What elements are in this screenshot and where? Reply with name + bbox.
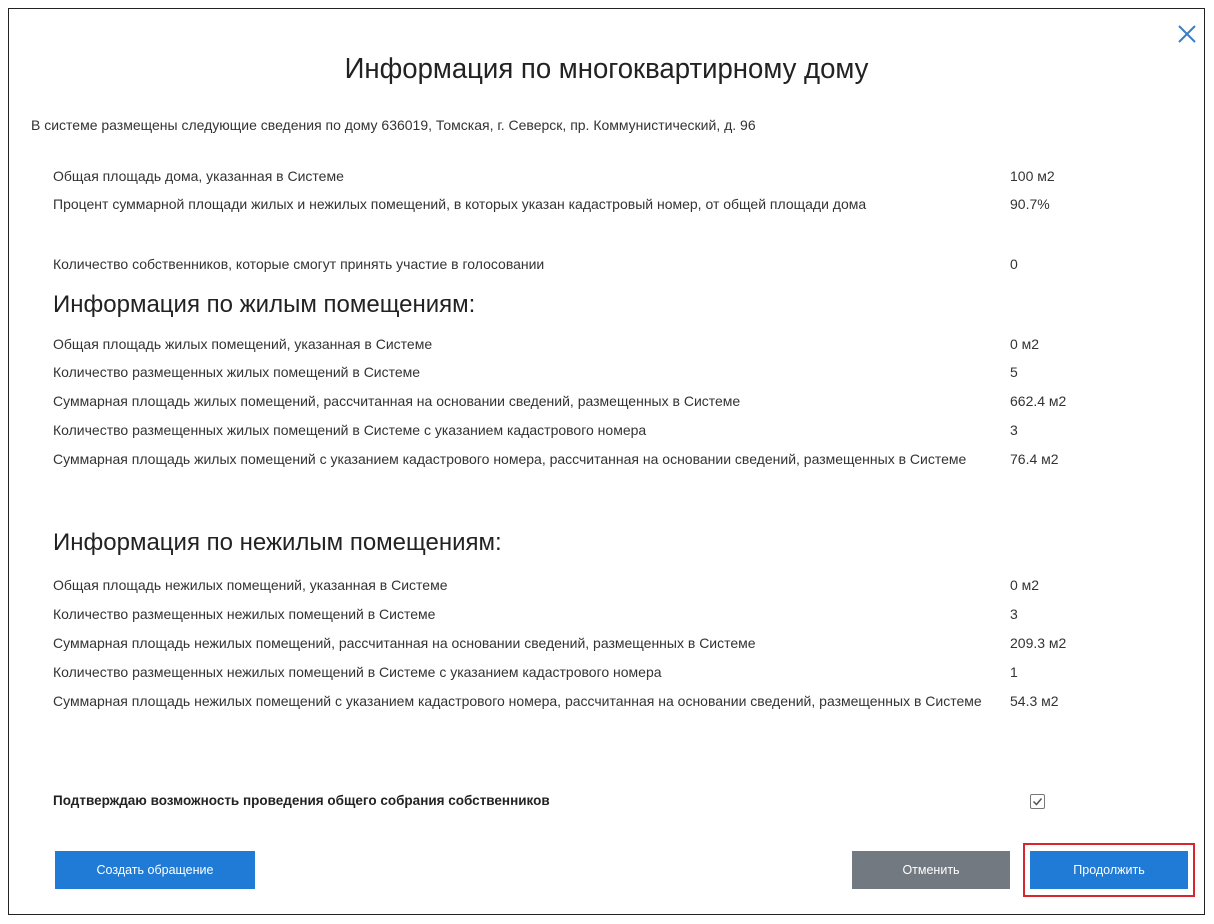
- row-value: 5: [1010, 364, 1018, 380]
- row-value: 662.4 м2: [1010, 393, 1067, 409]
- info-row: Количество собственников, которые смогут…: [53, 254, 1193, 275]
- row-value: 1: [1010, 664, 1018, 680]
- create-request-button[interactable]: Создать обращение: [55, 851, 255, 889]
- row-label: Количество размещенных нежилых помещений…: [53, 606, 436, 622]
- row-value: 3: [1010, 606, 1018, 622]
- info-row: Процент суммарной площади жилых и нежилы…: [53, 194, 1193, 236]
- intro-text: В системе размещены следующие сведения п…: [31, 117, 756, 133]
- row-label: Количество размещенных нежилых помещений…: [53, 664, 662, 680]
- row-label: Суммарная площадь нежилых помещений, рас…: [53, 635, 756, 651]
- row-value: 90.7%: [1010, 196, 1050, 212]
- confirm-checkbox[interactable]: [1030, 794, 1045, 809]
- continue-button[interactable]: Продолжить: [1030, 851, 1188, 889]
- row-value: 0 м2: [1010, 577, 1040, 593]
- row-label: Суммарная площадь жилых помещений, рассч…: [53, 393, 741, 409]
- row-label: Общая площадь дома, указанная в Системе: [53, 168, 344, 184]
- row-value: 3: [1010, 422, 1018, 438]
- row-value: 209.3 м2: [1010, 635, 1067, 651]
- row-label: Общая площадь жилых помещений, указанная…: [53, 336, 433, 352]
- row-label: Общая площадь нежилых помещений, указанн…: [53, 577, 448, 593]
- row-value: 0: [1010, 256, 1018, 272]
- nonresidential-heading: Информация по нежилым помещениям:: [53, 529, 502, 556]
- row-value: 100 м2: [1010, 168, 1055, 184]
- confirm-label: Подтверждаю возможность проведения общег…: [53, 793, 550, 808]
- modal-dialog: Информация по многоквартирному дому В си…: [8, 8, 1205, 915]
- row-value: 54.3 м2: [1010, 693, 1059, 709]
- row-label: Количество размещенных жилых помещений в…: [53, 364, 421, 380]
- dialog-title: Информация по многоквартирному дому: [344, 53, 869, 85]
- cancel-button[interactable]: Отменить: [852, 851, 1010, 889]
- checkmark-icon: [1032, 798, 1043, 806]
- row-label: Процент суммарной площади жилых и нежилы…: [53, 196, 867, 212]
- row-label: Суммарная площадь нежилых помещений с ук…: [53, 693, 982, 709]
- row-value: 76.4 м2: [1010, 451, 1059, 467]
- residential-heading: Информация по жилым помещениям:: [53, 291, 476, 318]
- row-value: 0 м2: [1010, 336, 1040, 352]
- close-icon[interactable]: [1176, 23, 1198, 45]
- row-label: Суммарная площадь жилых помещений с указ…: [53, 451, 967, 467]
- row-label: Количество собственников, которые смогут…: [53, 256, 545, 272]
- row-label: Количество размещенных жилых помещений в…: [53, 422, 647, 438]
- info-row: Общая площадь дома, указанная в Системе …: [53, 166, 1193, 187]
